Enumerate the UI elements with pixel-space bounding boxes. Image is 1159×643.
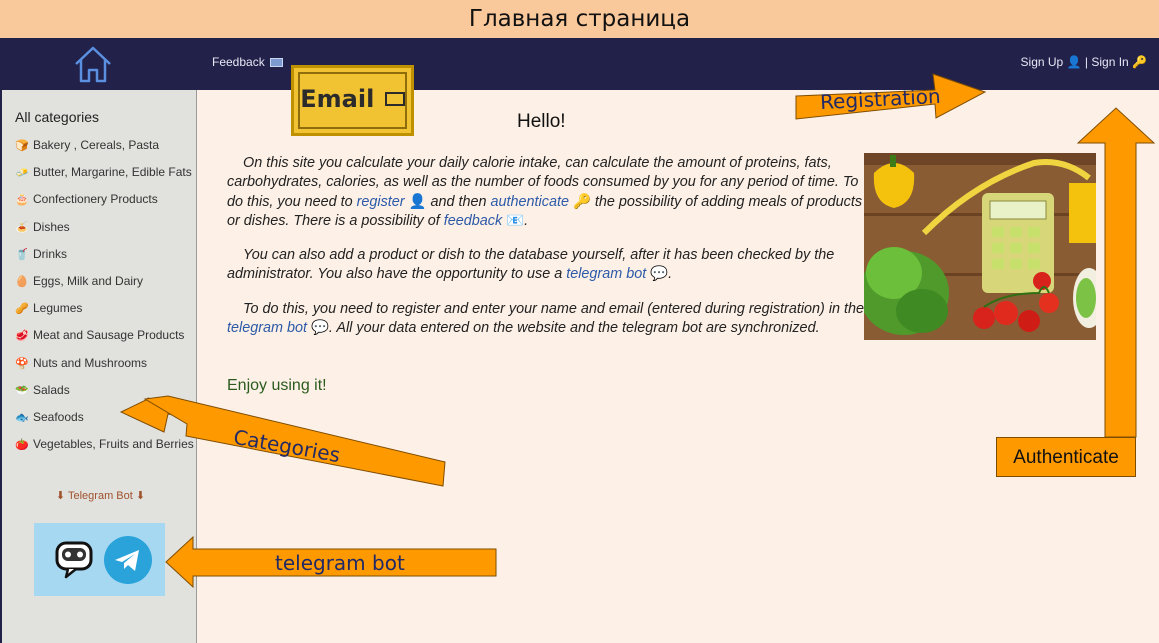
auth-links: Sign Up 👤 | Sign In 🔑 — [1021, 55, 1147, 69]
category-label: Eggs, Milk and Dairy — [33, 273, 144, 288]
category-label: Confectionery Products — [33, 192, 158, 207]
category-item[interactable]: 🥜 Legumes — [15, 300, 194, 327]
mail-icon: 📧 — [506, 213, 525, 230]
database-text-1: You can also add a product or dish to th… — [227, 247, 835, 283]
category-item[interactable]: 🥩 Meat and Sausage Products — [15, 327, 194, 354]
feedback-link[interactable]: Feedback — [212, 55, 284, 69]
telegram-bot-annotation-label: telegram bot — [275, 551, 405, 575]
register-bot-text-2: . All your data entered on the website a… — [328, 320, 820, 337]
enjoy-text: Enjoy using it! — [227, 377, 327, 394]
category-label: Nuts and Mushrooms — [33, 355, 148, 370]
category-label: Meat and Sausage Products — [33, 328, 185, 343]
user-icon: 👤 — [1066, 55, 1082, 69]
bread-icon: 🍞 — [15, 140, 29, 152]
category-item[interactable]: 🥚 Eggs, Milk and Dairy — [15, 273, 194, 300]
category-item[interactable]: 🎂 Confectionery Products — [15, 191, 194, 218]
email-annotation-label: Email — [300, 85, 375, 113]
butter-icon: 🧈 — [15, 167, 29, 180]
category-label: Legumes — [33, 301, 83, 316]
mail-icon — [270, 58, 284, 67]
home-icon[interactable] — [72, 44, 114, 86]
tomato-icon: 🍅 — [15, 439, 29, 452]
key-icon: 🔑 — [1132, 55, 1147, 69]
cake-icon: 🎂 — [15, 194, 29, 207]
speech-bubble-icon: 💬 — [311, 320, 329, 337]
category-item[interactable]: 🧈 Butter, Margarine, Edible Fats — [15, 164, 194, 191]
greeting-heading: Hello! — [517, 111, 566, 132]
category-item[interactable]: 🍞 Bakery , Cereals, Pasta — [15, 137, 194, 164]
categories-heading: All categories — [15, 109, 100, 125]
authenticate-link[interactable]: authenticate — [491, 194, 569, 210]
auth-separator: | — [1084, 55, 1088, 69]
category-label: Drinks — [33, 246, 68, 261]
telegram-bot-link[interactable]: telegram bot — [566, 266, 646, 282]
category-label: Bakery , Cereals, Pasta — [33, 138, 160, 152]
feedback-text-link[interactable]: feedback — [444, 213, 502, 229]
category-item[interactable]: 🍝 Dishes — [15, 219, 194, 246]
telegram-bot-label: ⬇ Telegram Bot ⬇ — [55, 490, 146, 502]
sidebar: All categories 🍞 Bakery , Cereals, Pasta 🧈… — [0, 90, 197, 643]
email-annotation: Email — [291, 65, 414, 136]
register-bot-text-1: To do this, you need to register and ent… — [243, 301, 865, 317]
egg-icon: 🥚 — [15, 275, 29, 288]
legume-icon: 🥜 — [15, 303, 29, 316]
intro-paragraph: On this site you calculate your daily ca… — [227, 154, 867, 232]
telegram-icon — [104, 536, 152, 584]
database-text-2: . — [668, 266, 673, 283]
register-link[interactable]: register — [357, 194, 405, 210]
key-icon: 🔑 — [572, 193, 591, 210]
telegram-bot-button[interactable] — [34, 523, 165, 596]
envelope-icon — [384, 92, 405, 106]
category-label: Vegetables, Fruits and Berries — [33, 437, 194, 452]
fish-icon: 🐟 — [15, 411, 29, 424]
sign-in-link[interactable]: Sign In — [1091, 55, 1128, 69]
sign-up-link[interactable]: Sign Up — [1021, 55, 1064, 69]
category-item[interactable]: 🥤 Drinks — [15, 246, 194, 273]
category-label: Dishes — [33, 219, 70, 234]
navbar: Feedback Sign Up 👤 | Sign In 🔑 — [0, 38, 1159, 90]
category-item[interactable]: 🥗 Salads — [15, 382, 194, 409]
dish-icon: 🍝 — [15, 221, 29, 234]
category-item[interactable]: 🍄 Nuts and Mushrooms — [15, 355, 194, 382]
healthy-food-image — [864, 153, 1096, 340]
database-paragraph: You can also add a product or dish to th… — [227, 246, 867, 285]
window-title: Главная страница — [0, 0, 1159, 38]
speech-bubble-icon: 💬 — [650, 266, 669, 283]
intro-text-2: and then — [426, 193, 491, 210]
register-bot-paragraph: To do this, you need to register and ent… — [227, 300, 867, 339]
salad-icon: 🥗 — [15, 384, 29, 397]
telegram-bot-link[interactable]: telegram bot — [227, 320, 307, 336]
category-item[interactable]: 🍅 Vegetables, Fruits and Berries — [15, 436, 194, 463]
user-icon: 👤 — [408, 193, 427, 210]
feedback-link-label: Feedback — [212, 55, 265, 69]
category-label: Seafoods — [33, 409, 84, 424]
category-list: 🍞 Bakery , Cereals, Pasta 🧈 Butter, Margari… — [15, 137, 194, 463]
drink-icon: 🥤 — [15, 248, 29, 261]
category-item[interactable]: 🐟 Seafoods — [15, 409, 194, 436]
category-label: Butter, Margarine, Edible Fats — [33, 165, 192, 180]
authenticate-annotation: Authenticate — [996, 437, 1136, 477]
category-label: Salads — [33, 382, 70, 397]
robot-icon — [55, 541, 93, 579]
mushroom-icon: 🍄 — [15, 357, 29, 370]
meat-icon: 🥩 — [15, 330, 29, 343]
intro-text-4: . — [524, 213, 529, 230]
